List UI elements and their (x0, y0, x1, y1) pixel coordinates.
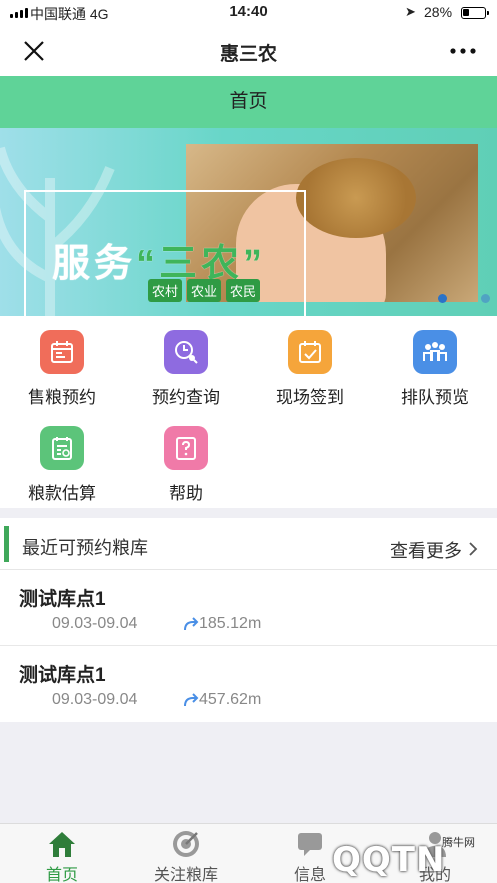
feature-grid: 售粮预约 预约查询 现场签到 排队预览 粮款估算 帮助 (0, 316, 497, 508)
calendar-icon (40, 330, 84, 374)
section-accent-bar (4, 526, 9, 562)
feature-label: 粮款估算 (28, 484, 96, 503)
section-title: 最近可预约粮库 (22, 538, 148, 558)
route-arrow-icon (184, 693, 199, 707)
banner-tag: 农业 (187, 279, 222, 302)
warehouse-list-item[interactable]: 测试库点1 09.03-09.04 185.12m (0, 570, 497, 646)
app-title: 惠三农 (219, 44, 277, 65)
view-more-link[interactable]: 查看更多 (390, 537, 462, 563)
feature-help[interactable]: 帮助 (124, 412, 248, 508)
banner-tag: 农民 (226, 279, 261, 302)
checkin-icon (288, 330, 332, 374)
banner-tag: 农村 (148, 279, 183, 302)
route-arrow-icon (184, 617, 199, 631)
tab-home[interactable]: 首页 (0, 824, 124, 883)
calculator-icon (40, 426, 84, 470)
watermark: QQTN 腾牛网 (292, 828, 492, 883)
tab-label: 首页 (45, 867, 78, 883)
booking-dates: 09.03-09.04 (52, 691, 138, 708)
carousel-indicator (438, 294, 490, 303)
warehouse-name: 测试库点1 (19, 665, 106, 686)
clock-search-icon (164, 330, 208, 374)
more-menu-button[interactable] (444, 35, 484, 67)
feature-onsite-checkin[interactable]: 现场签到 (248, 316, 372, 412)
carousel-dot-active[interactable] (438, 294, 447, 303)
clock: 14:40 (229, 3, 268, 20)
feature-queue-preview[interactable]: 排队预览 (373, 316, 497, 412)
people-queue-icon (413, 330, 457, 374)
feature-sell-grain-booking[interactable]: 售粮预约 (0, 316, 124, 412)
carousel-dot[interactable] (481, 294, 490, 303)
more-dots-icon (450, 48, 476, 54)
feature-label: 帮助 (169, 484, 203, 503)
banner-tags: 农村 农业 农民 (148, 279, 261, 302)
warehouse-list-item[interactable]: 测试库点1 09.03-09.04 457.62m (0, 646, 497, 722)
feature-payment-estimate[interactable]: 粮款估算 (0, 412, 124, 508)
section-header: 最近可预约粮库 查看更多 (0, 518, 497, 570)
watermark-text: QQTN (332, 840, 446, 880)
feature-label: 现场签到 (276, 388, 344, 407)
distance: 185.12m (199, 615, 262, 632)
warehouse-name: 测试库点1 (19, 589, 106, 610)
banner-carousel[interactable]: 服务“三农” 农村 农业 农民 (0, 128, 497, 316)
feature-booking-query[interactable]: 预约查询 (124, 316, 248, 412)
feature-label: 排队预览 (401, 388, 469, 407)
recent-warehouses-section: 最近可预约粮库 查看更多 测试库点1 09.03-09.04 185.12m 测… (0, 518, 497, 722)
booking-dates: 09.03-09.04 (52, 615, 138, 632)
feature-label: 售粮预约 (28, 388, 96, 407)
tab-label: 关注粮库 (153, 867, 218, 883)
page-title: 首页 (0, 76, 497, 128)
status-bar: 中国联通 4G 14:40 ➤ 28% (0, 0, 497, 26)
target-icon (173, 831, 199, 857)
nav-bar: 惠三农 (0, 26, 497, 76)
feature-label: 预约查询 (152, 388, 220, 407)
distance: 457.62m (199, 691, 262, 708)
location-arrow-icon: ➤ (405, 4, 416, 19)
tab-followed-warehouses[interactable]: 关注粮库 (124, 824, 248, 883)
battery-percent: 28% (424, 4, 453, 20)
chevron-right-icon[interactable] (467, 541, 479, 557)
home-icon (49, 832, 75, 857)
watermark-small-text: 腾牛网 (442, 837, 475, 849)
battery-icon (461, 7, 489, 19)
help-icon (164, 426, 208, 470)
